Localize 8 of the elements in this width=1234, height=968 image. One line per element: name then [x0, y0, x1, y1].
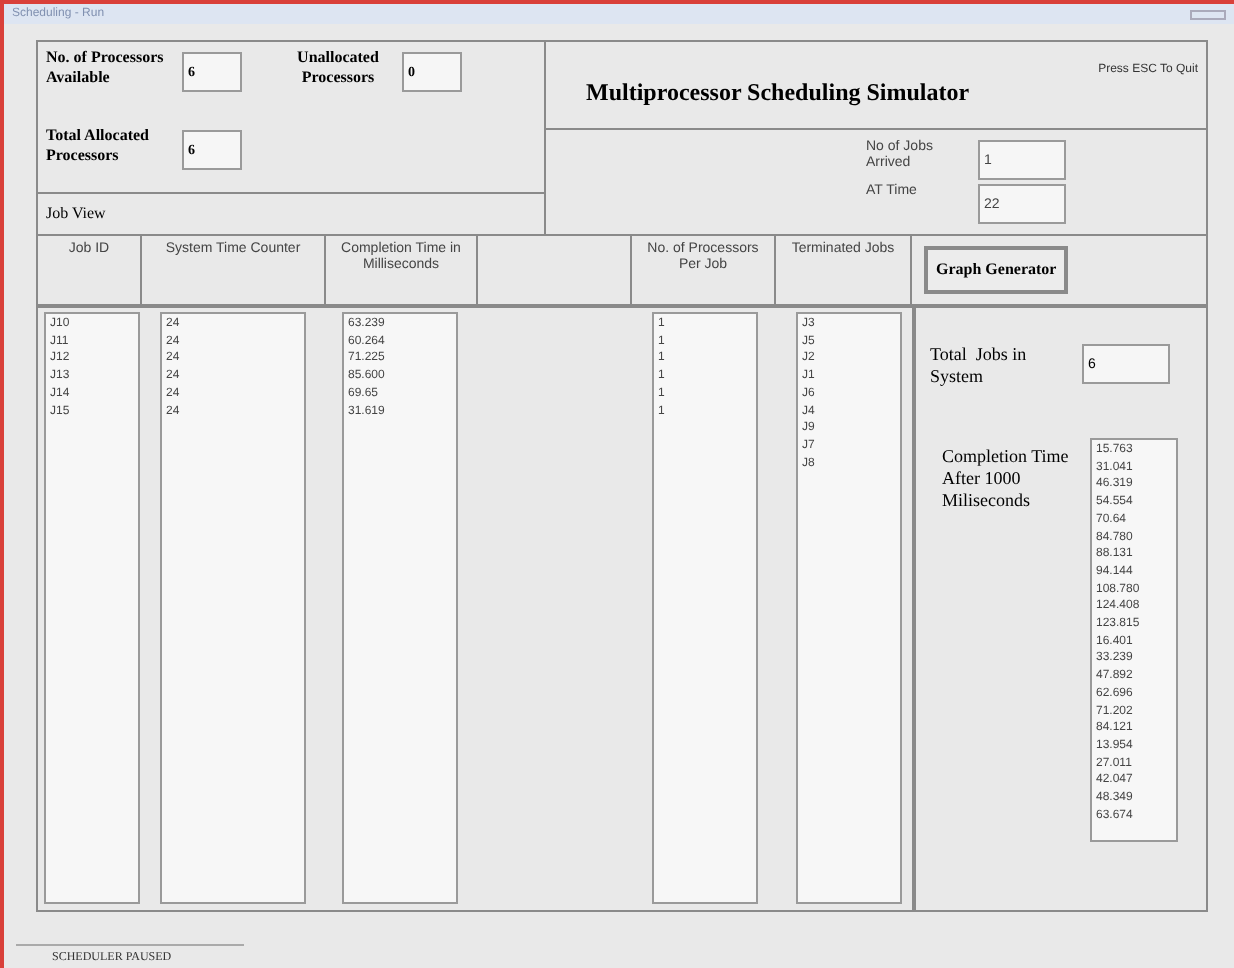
unallocated-label: Unallocated Processors [295, 48, 381, 88]
processors-available-label: No. of Processors Available [46, 48, 166, 88]
app-title: Multiprocessor Scheduling Simulator [586, 76, 970, 110]
total-allocated-label: Total Allocated Processors [46, 125, 151, 165]
job-view-label: Job View [46, 202, 106, 226]
graph-generator-button[interactable]: Graph Generator [924, 246, 1069, 294]
completion-after-label: Completion Time After 1000 Miliseconds [942, 446, 1071, 512]
total-jobs-label: Total Jobs in System [930, 344, 1029, 388]
